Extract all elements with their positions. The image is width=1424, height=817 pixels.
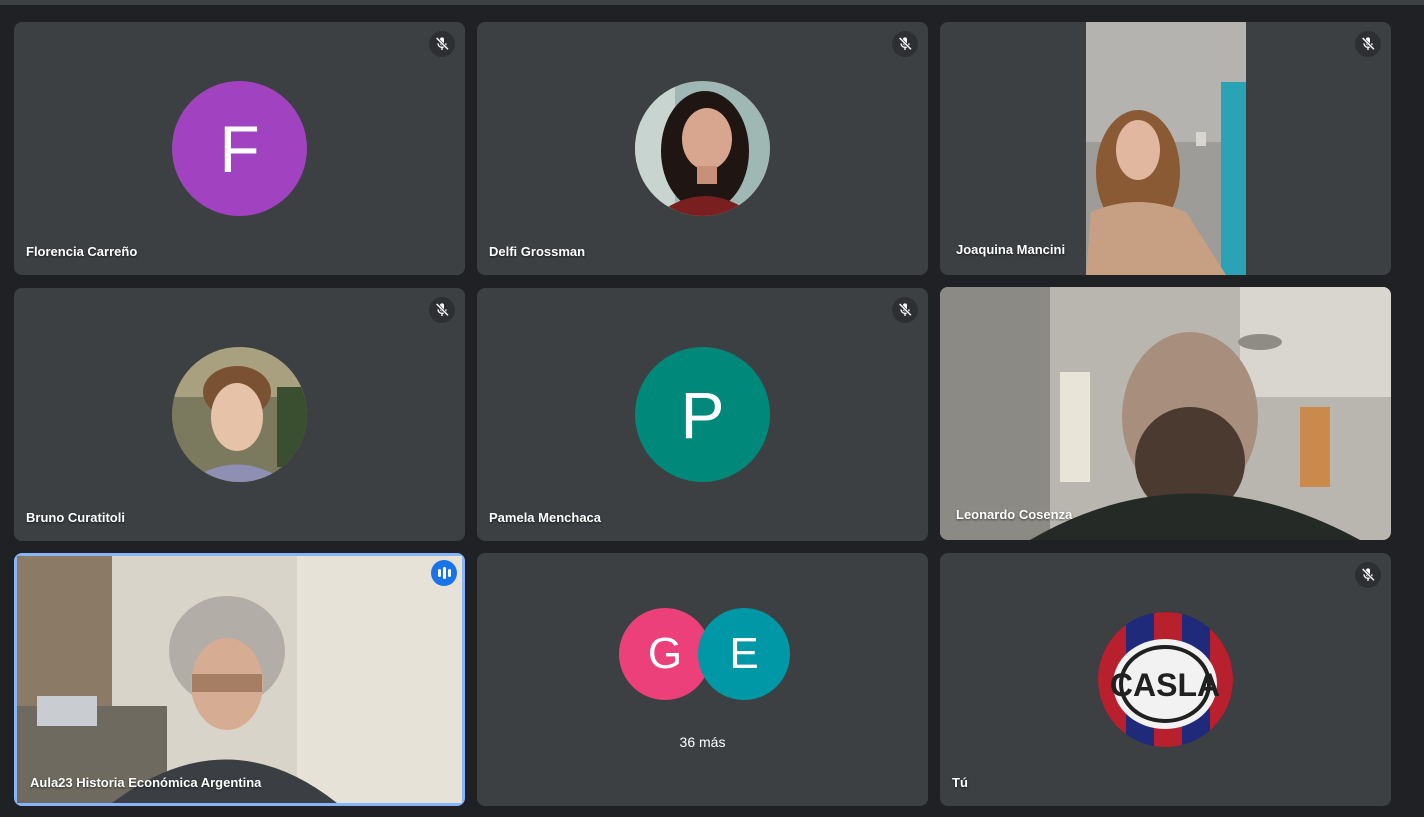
participant-tile-pamela[interactable]: P Pamela Menchaca bbox=[477, 288, 928, 541]
more-count-label: 36 más bbox=[679, 734, 726, 750]
participant-name: Bruno Curatitoli bbox=[26, 510, 125, 525]
participant-tile-delfi[interactable]: Delfi Grossman bbox=[477, 22, 928, 275]
camera-feed bbox=[940, 287, 1391, 540]
avatar bbox=[172, 347, 307, 482]
mic-off-icon bbox=[892, 297, 918, 323]
participant-name: Pamela Menchaca bbox=[489, 510, 602, 525]
participant-name: Delfi Grossman bbox=[489, 244, 586, 259]
audio-level-icon bbox=[431, 560, 457, 586]
participant-tile-bruno[interactable]: Bruno Curatitoli bbox=[14, 288, 465, 541]
participant-tile-aula23[interactable]: Aula23 Historia Económica Argentina bbox=[14, 553, 465, 806]
top-bar bbox=[0, 0, 1424, 5]
participant-name: Florencia Carreño bbox=[26, 244, 138, 259]
participant-tile-florencia[interactable]: F Florencia Carreño bbox=[14, 22, 465, 275]
mic-off-icon bbox=[1355, 31, 1381, 57]
mic-off-icon bbox=[1355, 562, 1381, 588]
participant-name: Leonardo Cosenza bbox=[956, 507, 1073, 522]
participant-tile-joaquina[interactable]: Joaquina Mancini bbox=[940, 22, 1391, 275]
participant-tile-self[interactable]: CASLA Tú bbox=[940, 553, 1391, 806]
svg-text:CASLA: CASLA bbox=[1110, 667, 1220, 703]
avatar-initial: E bbox=[729, 629, 759, 678]
camera-feed bbox=[1086, 22, 1246, 275]
participant-name: Aula23 Historia Económica Argentina bbox=[30, 775, 262, 790]
avatar: F bbox=[172, 81, 307, 216]
mic-off-icon bbox=[429, 297, 455, 323]
avatar-initial: F bbox=[219, 111, 260, 186]
avatar: P bbox=[635, 347, 770, 482]
participant-tile-leonardo[interactable]: Leonardo Cosenza bbox=[940, 287, 1391, 540]
participant-name: Tú bbox=[952, 775, 968, 790]
avatar-initial: G bbox=[647, 629, 683, 678]
mic-off-icon bbox=[429, 31, 455, 57]
avatar bbox=[635, 81, 770, 216]
avatar: CASLA bbox=[1098, 612, 1233, 747]
avatar-initial: P bbox=[680, 377, 725, 452]
more-participants-tile[interactable]: G E 36 más bbox=[477, 553, 928, 806]
camera-feed bbox=[17, 556, 462, 803]
participant-name: Joaquina Mancini bbox=[956, 242, 1066, 257]
mic-off-icon bbox=[892, 31, 918, 57]
avatar: E bbox=[698, 608, 790, 700]
